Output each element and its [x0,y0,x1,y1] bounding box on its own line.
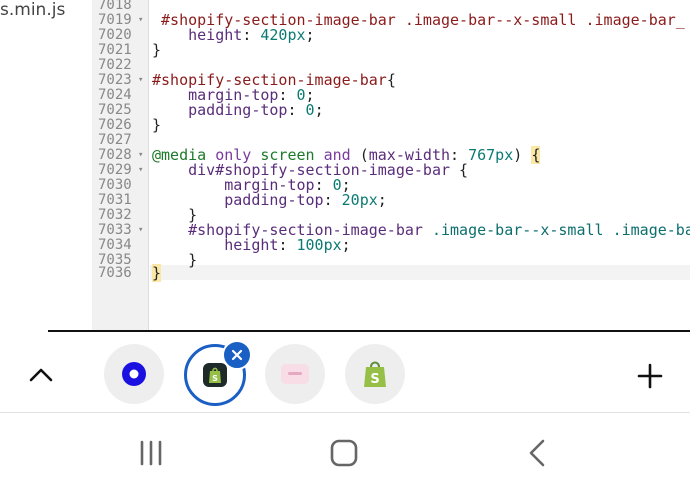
close-icon[interactable] [222,340,252,370]
line-number: 7022 [98,57,132,73]
code-line: padding-top: 0; [152,101,324,119]
line-number-gutter: 7018 7019 ▾ 7020 7021 7022 7023 ▾ 7024 702… [92,0,149,330]
line-number: 7031 [98,192,132,208]
chevron-up-icon[interactable] [26,360,56,390]
line-number: 7023 ▾ [98,72,144,88]
code-line: } [152,264,162,282]
svg-text:S: S [212,374,218,383]
fold-arrow-icon[interactable]: ▾ [138,73,143,88]
code-line: } [152,116,162,134]
line-number: 7020 [98,27,132,43]
matching-brace: { [531,146,541,164]
system-navigation-bar [0,413,690,493]
app-switcher-bar: S S [0,330,690,414]
file-list-panel: s.min.js [0,0,92,330]
back-icon[interactable] [512,431,562,475]
line-number: 7034 [98,237,132,253]
code-line: } [152,41,162,59]
line-number: 7032 [98,207,132,223]
matching-brace: } [152,264,162,282]
shopify-green-app-icon[interactable]: S [345,344,405,404]
line-number: 7026 [98,117,132,133]
file-list-item[interactable]: s.min.js [0,0,65,20]
fold-arrow-icon[interactable]: ▾ [138,163,143,178]
add-icon[interactable] [630,356,670,396]
pink-card-app-icon[interactable] [265,344,325,404]
line-number: 7024 [98,87,132,103]
blue-dot-app-icon[interactable] [104,344,164,404]
line-number: 7036 [98,265,132,281]
fold-arrow-icon[interactable]: ▾ [138,148,143,163]
line-number: 7030 [98,177,132,193]
line-number: 7021 [98,42,132,58]
line-number: 7028 ▾ [98,147,144,163]
recents-icon[interactable] [126,431,176,475]
line-number: 7029 ▾ [98,162,144,178]
svg-text:S: S [370,372,379,387]
line-number: 7019 ▾ [98,12,144,28]
code-line: height: 420px; [152,26,315,44]
code-content[interactable]: #shopify-section-image-bar .image-bar--x… [152,0,690,330]
code-editor[interactable]: s.min.js 7018 7019 ▾ 7020 7021 7022 7023 ▾… [0,0,690,330]
home-icon[interactable] [319,431,369,475]
fold-arrow-icon[interactable]: ▾ [138,223,143,238]
line-number: 7027 [98,132,132,148]
fold-arrow-icon[interactable]: ▾ [138,13,143,28]
line-number: 7033 ▾ [98,222,144,238]
line-number: 7025 [98,102,132,118]
